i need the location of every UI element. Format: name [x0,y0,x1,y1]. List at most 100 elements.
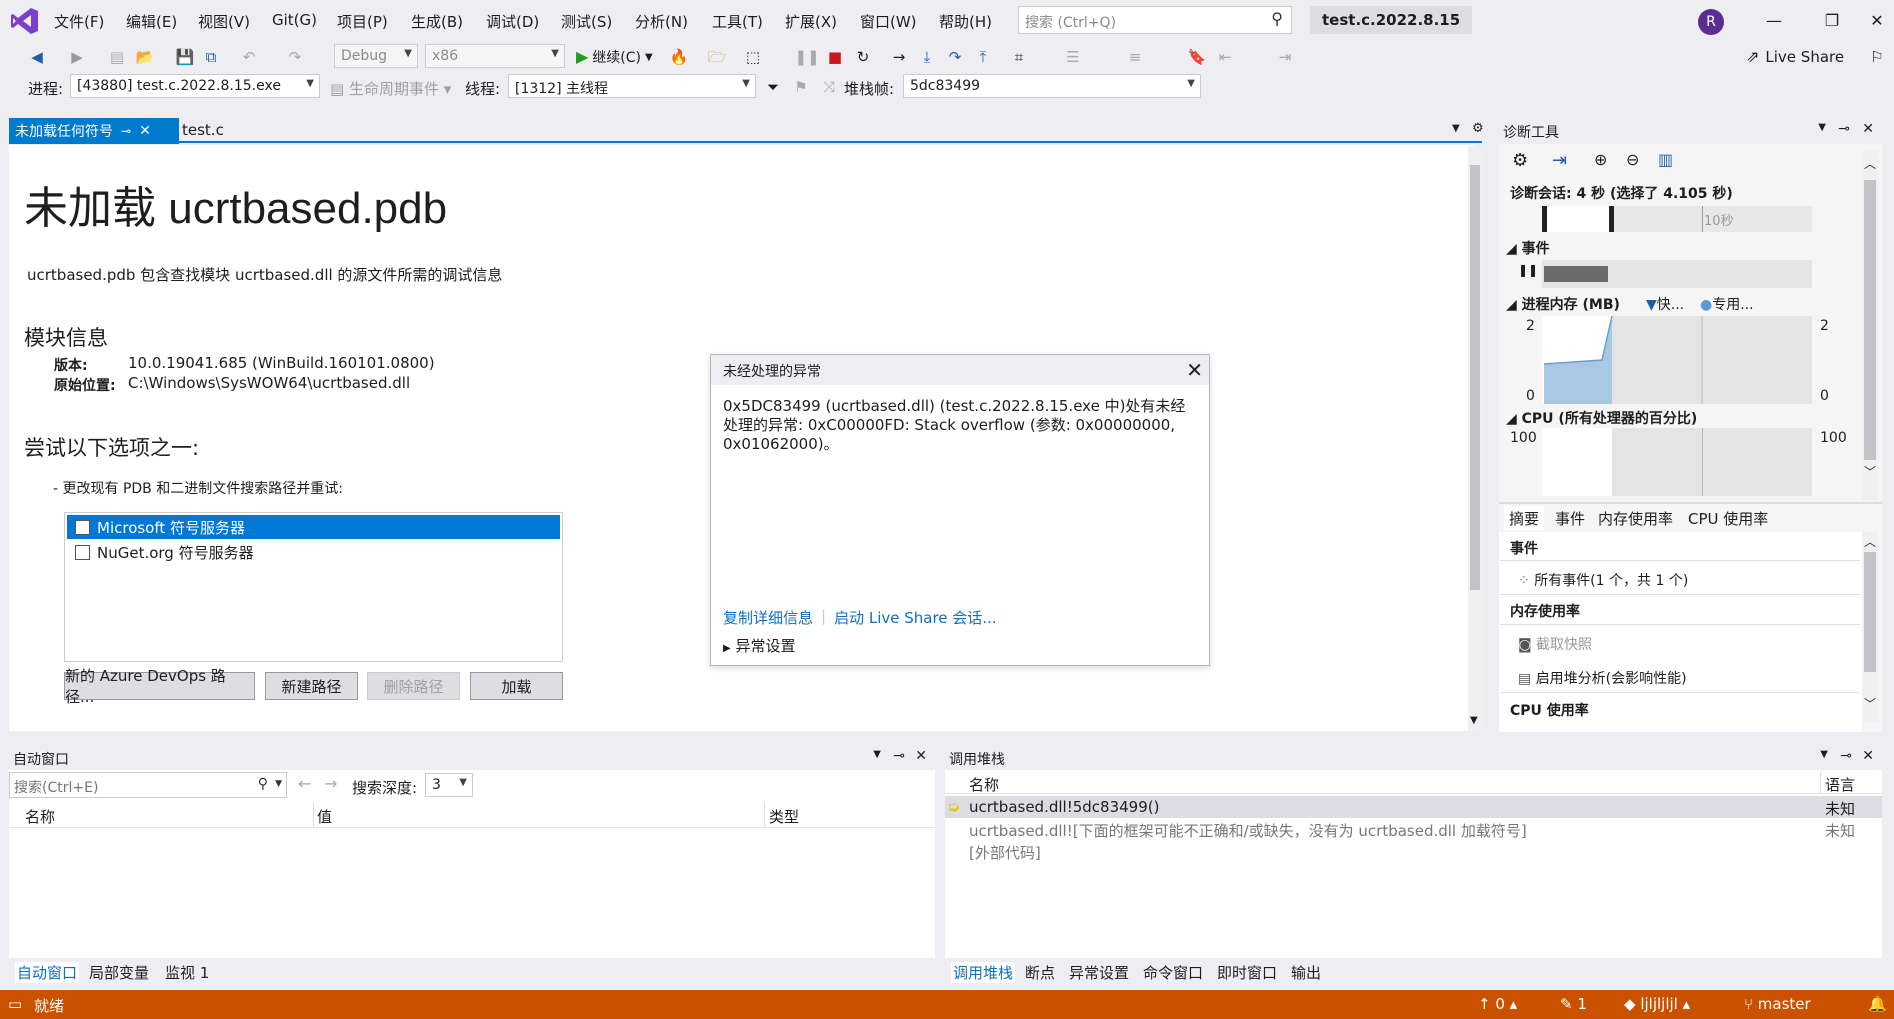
table-row[interactable]: ➭ ucrtbased.dll!5dc83499() 未知 [945,796,1882,818]
hex-display-icon[interactable]: ⌗ [1008,46,1030,68]
tab-output[interactable]: 输出 [1291,962,1321,983]
stackframe-select[interactable]: 5dc83499 ▼ [903,74,1201,98]
all-events-item[interactable]: ⁘ 所有事件(1 个，共 1 个) [1518,570,1688,590]
menu-file[interactable]: 文件(F) [54,11,104,32]
menu-edit[interactable]: 编辑(E) [126,11,177,32]
menu-debug[interactable]: 调试(D) [486,11,539,32]
close-icon[interactable]: ✕ [1862,121,1874,137]
export-icon[interactable]: ⇥ [1552,152,1567,170]
branch-status[interactable]: ⑂ master [1744,995,1811,1013]
chart-icon[interactable]: ▥ [1658,152,1673,168]
tab-memory[interactable]: 内存使用率 [1598,508,1673,529]
screenshot-icon[interactable]: ⬚ [742,46,764,68]
menu-analyze[interactable]: 分析(N) [635,11,688,32]
settings-icon[interactable]: ⚙ [1512,152,1528,170]
diag-scrollbar[interactable] [1862,150,1878,500]
checkbox[interactable] [75,520,90,535]
column-name[interactable]: 名称 [25,806,55,827]
pin-icon[interactable]: ⊸ [121,124,131,138]
account-avatar[interactable]: R [1698,9,1724,35]
restore-button[interactable]: ❐ [1810,6,1854,36]
scroll-up-icon[interactable]: ︿ [1864,536,1876,548]
global-search-input[interactable]: 搜索 (Ctrl+Q) ⚲ [1018,6,1292,34]
forward-icon[interactable]: ▶ [66,46,88,68]
filter-icon[interactable]: ⏷ [762,76,784,98]
tab-breakpoints[interactable]: 断点 [1025,962,1055,983]
live-share-button[interactable]: ⇗ Live Share [1746,48,1844,66]
tab-watch[interactable]: 监视 1 [165,962,209,983]
remove-path-button[interactable]: 删除路径 [367,672,460,700]
pin-icon[interactable]: ⊸ [1840,748,1852,764]
tab-test-c[interactable]: test.c [182,121,224,139]
summary-scrollbar[interactable] [1862,532,1878,722]
menu-view[interactable]: 视图(V) [198,11,250,32]
menu-help[interactable]: 帮助(H) [939,11,992,32]
chevron-down-icon[interactable]: ▼ [275,779,282,789]
checkbox[interactable] [75,545,90,560]
list-item[interactable]: NuGet.org 符号服务器 [67,540,560,564]
chevron-down-icon[interactable]: ▼ [873,749,881,760]
table-row[interactable]: [外部代码] [945,840,1882,862]
step-over-icon[interactable]: ↷ [944,46,966,68]
redo-icon[interactable]: ↷ [284,46,306,68]
pause-icon[interactable]: ❚❚ [1518,264,1538,276]
column-name[interactable]: 名称 [969,774,999,795]
scroll-down-icon[interactable]: ﹀ [1864,466,1876,478]
show-next-statement-icon[interactable]: → [888,46,910,68]
open-folder-icon[interactable]: 📂 [134,46,156,68]
close-icon[interactable]: ✕ [915,748,927,764]
close-button[interactable]: ✕ [1855,6,1894,36]
symbol-server-list[interactable]: Microsoft 符号服务器 NuGet.org 符号服务器 [64,512,563,662]
close-icon[interactable]: ✕ [139,123,151,139]
new-azure-devops-path-button[interactable]: 新的 Azure DevOps 路径... [64,667,255,706]
thread-select[interactable]: [1312] 主线程 ▼ [508,74,756,98]
platform-select[interactable]: x86 ▼ [425,44,565,68]
hot-reload-icon[interactable]: 🔥 [668,46,690,68]
tab-summary[interactable]: 摘要 [1509,508,1539,529]
cpu-section-label[interactable]: ◢ CPU (所有处理器的百分比) [1506,408,1697,428]
back-icon[interactable]: ◀ [26,46,48,68]
save-icon[interactable]: 💾 [174,46,196,68]
pending-changes-status[interactable]: ✎ 1 [1560,995,1587,1013]
heap-profiling-button[interactable]: ▤ 启用堆分析(会影响性能) [1518,668,1687,688]
exception-settings-toggle[interactable]: ▶ 异常设置 [723,635,796,656]
chevron-down-icon[interactable]: ▼ [1818,122,1826,133]
scrollbar-thumb[interactable] [1470,165,1480,590]
attach-icon[interactable]: 🗁 [706,46,728,68]
step-into-icon[interactable]: ⤓ [916,46,938,68]
flag-icon[interactable]: ⚑ [790,76,812,98]
tab-call-stack[interactable]: 调用堆栈 [951,962,1016,983]
scroll-up-icon[interactable]: ︿ [1864,158,1876,170]
clear-bookmarks-icon[interactable]: ⇥ [1274,46,1296,68]
menu-tools[interactable]: 工具(T) [712,11,763,32]
process-memory-label[interactable]: ◢ 进程内存 (MB) [1506,294,1620,314]
menu-test[interactable]: 测试(S) [561,11,612,32]
restart-icon[interactable]: ↻ [852,46,874,68]
process-select[interactable]: [43880] test.c.2022.8.15.exe ▼ [70,74,320,98]
gear-icon[interactable]: ⚙ [1472,122,1484,135]
menu-extensions[interactable]: 扩展(X) [785,11,837,32]
start-live-share-link[interactable]: 启动 Live Share 会话... [834,607,997,628]
continue-button[interactable]: ▶ 继续(C) ▼ [576,45,653,69]
close-icon[interactable]: ✕ [1862,748,1874,764]
repository-status[interactable]: ◆ ljljljljl ▴ [1624,995,1690,1013]
thread-icon[interactable]: ☰ [1062,46,1084,68]
prev-bookmark-icon[interactable]: ⇤ [1214,46,1236,68]
tab-autos[interactable]: 自动窗口 [15,962,80,983]
zoom-in-icon[interactable]: ⊕ [1594,152,1607,168]
back-icon[interactable]: ← [298,776,311,792]
copy-details-link[interactable]: 复制详细信息 [723,607,813,628]
timeline-ruler[interactable]: 10秒 [1542,206,1812,232]
take-snapshot-button[interactable]: ◙ 截取快照 [1518,634,1592,654]
save-all-icon[interactable]: ⧉ [200,46,222,68]
list-item[interactable]: Microsoft 符号服务器 [67,515,560,539]
events-section-label[interactable]: ◢ 事件 [1506,238,1550,258]
pin-icon[interactable]: ⊸ [893,748,905,764]
search-depth-select[interactable]: 3 ▼ [425,773,473,797]
threads-icon[interactable]: ⤨ [818,76,840,98]
stop-icon[interactable]: ■ [824,46,846,68]
config-select[interactable]: Debug ▼ [334,44,418,68]
new-project-icon[interactable]: ▤ [106,46,128,68]
close-icon[interactable]: ✕ [1186,358,1203,382]
column-language[interactable]: 语言 [1825,774,1855,795]
